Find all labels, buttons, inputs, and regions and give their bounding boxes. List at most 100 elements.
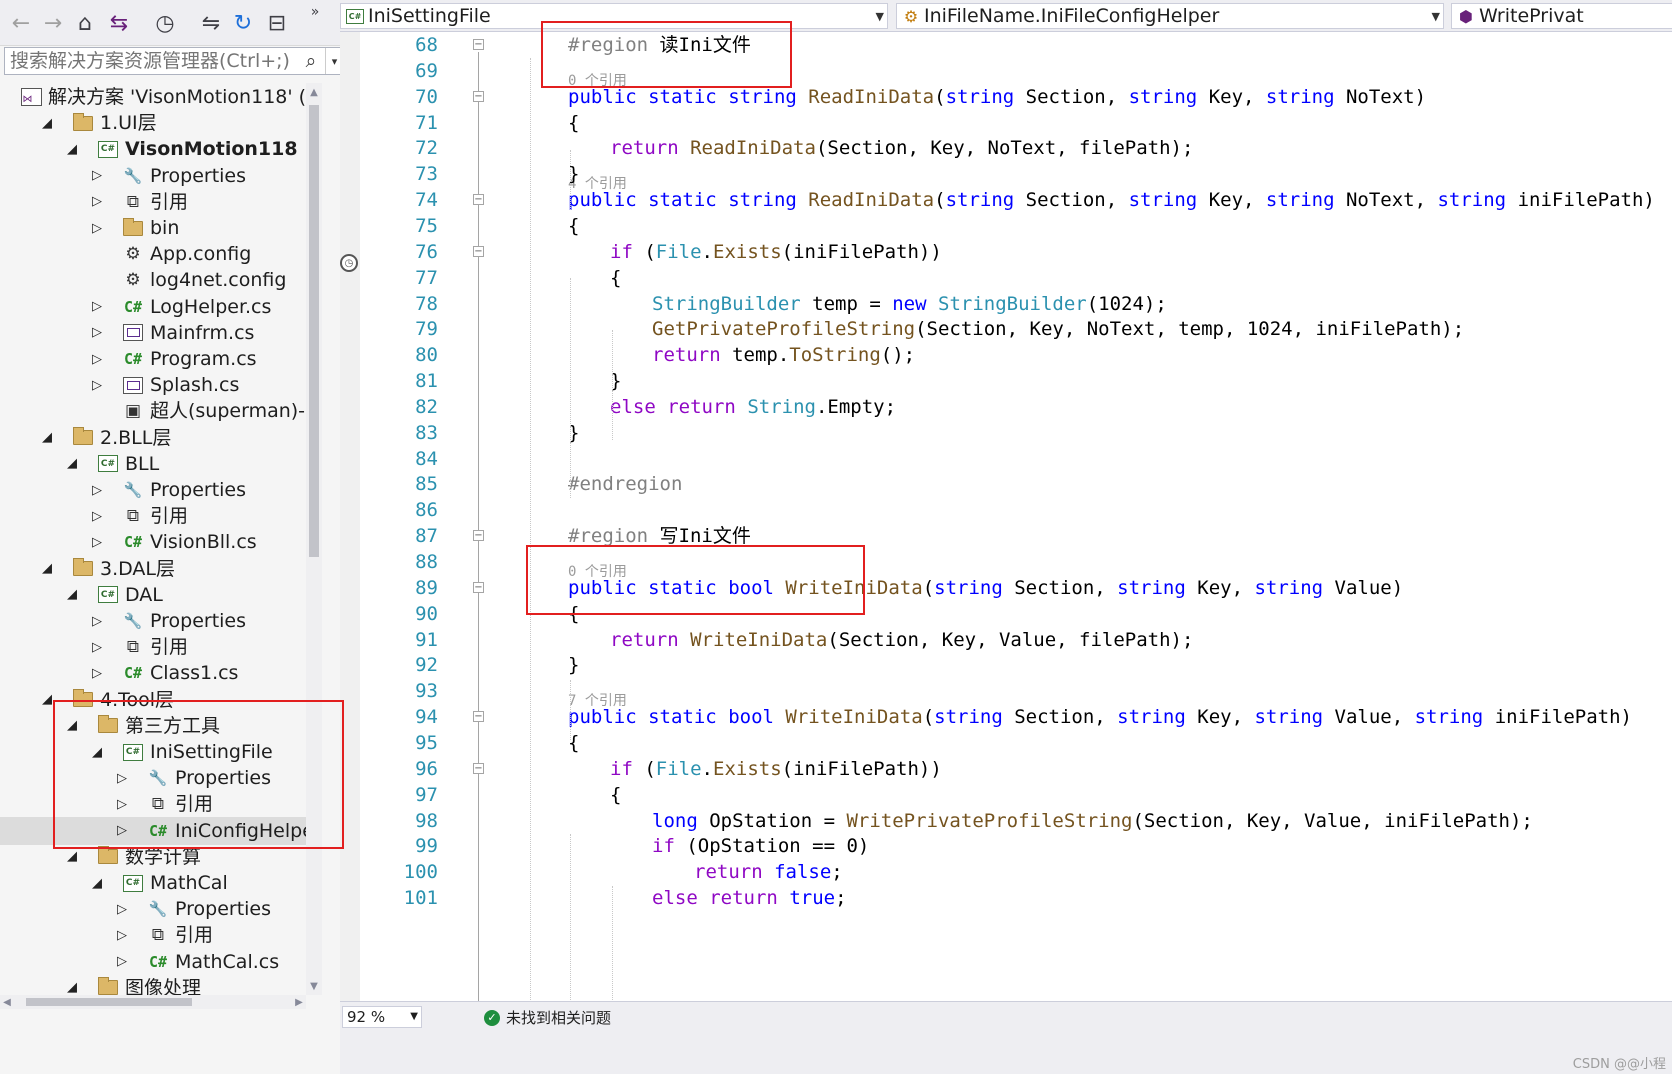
tree-item[interactable]: ▷ ⧉ 引用	[0, 188, 322, 216]
collapse-arrow-icon[interactable]: ◢	[64, 581, 80, 609]
tree-item[interactable]: ◢ 3.DAL层	[0, 555, 322, 583]
scroll-down-arrow[interactable]: ▼	[306, 977, 322, 995]
folder-icon-shape	[98, 977, 118, 996]
collapse-region-icon[interactable]: −	[473, 194, 484, 206]
line-number: 78	[415, 292, 438, 315]
expand-arrow-icon[interactable]: ▷	[89, 502, 105, 530]
expand-arrow-icon[interactable]: ▷	[89, 345, 105, 373]
tree-item[interactable]: ▷ 🔧 Properties	[0, 476, 322, 504]
tree-item[interactable]: ⚙ App.config	[0, 240, 322, 268]
tree-item[interactable]: ▷ ⧉ 引用	[0, 921, 322, 949]
collapse-region-icon[interactable]: −	[473, 711, 484, 723]
scroll-up-arrow[interactable]: ▲	[306, 83, 322, 101]
expand-arrow-icon[interactable]: ▷	[89, 293, 105, 321]
code-token: .Empty;	[815, 395, 897, 418]
search-input[interactable]	[5, 50, 295, 72]
tree-item[interactable]: ▷ Splash.cs	[0, 371, 322, 399]
tree-item[interactable]: ▷ C# LogHelper.cs	[0, 293, 322, 321]
tree-item[interactable]: ◢ 1.UI层	[0, 109, 322, 137]
tree-item[interactable]: ◢ C# MathCal	[0, 869, 322, 897]
expand-arrow-icon[interactable]: ▷	[114, 895, 130, 923]
tree-item[interactable]: ▷ ⧉ 引用	[0, 502, 322, 530]
collapse-arrow-icon[interactable]: ◢	[39, 424, 55, 452]
expand-arrow-icon[interactable]: ▷	[89, 371, 105, 399]
collapse-arrow-icon[interactable]: ◢	[39, 555, 55, 583]
solution-icon: ⋈	[20, 86, 42, 108]
wrench-icon: 🔧	[122, 165, 144, 187]
tree-item[interactable]: ▷ 🔧 Properties	[0, 607, 322, 635]
expand-arrow-icon[interactable]: ▷	[89, 188, 105, 216]
expand-arrow-icon[interactable]: ▷	[89, 162, 105, 190]
tree-vertical-scrollbar[interactable]: ▲ ▼	[306, 83, 322, 995]
collapse-region-icon[interactable]: −	[473, 245, 484, 257]
expand-arrow-icon[interactable]: ▷	[89, 319, 105, 347]
refresh-icon[interactable]: ↻	[230, 8, 256, 38]
scroll-thumb[interactable]	[26, 998, 192, 1006]
collapse-region-icon[interactable]: −	[473, 39, 484, 50]
forward-icon[interactable]: →	[40, 8, 66, 38]
tree-item-label: DAL	[125, 583, 163, 606]
expand-arrow-icon[interactable]: ▷	[114, 921, 130, 949]
references-icon: ⧉	[122, 636, 144, 658]
code-token: static	[648, 706, 717, 729]
tree-item[interactable]: ▷ 🔧 Properties	[0, 162, 322, 190]
wrench-icon-shape: 🔧	[123, 166, 143, 185]
search-icon[interactable]: ⌕	[301, 48, 321, 74]
tree-item[interactable]: ▷ C# VisionBll.cs	[0, 528, 322, 556]
more-toolbar-icon[interactable]: »	[306, 2, 324, 22]
collapse-arrow-icon[interactable]: ◢	[89, 869, 105, 897]
tree-item[interactable]: ▣ 超人(superman)-ico_爱	[0, 397, 322, 425]
expand-arrow-icon[interactable]: ▷	[89, 633, 105, 661]
scroll-left-arrow[interactable]: ◀	[0, 995, 14, 1009]
issues-indicator[interactable]: ✓ 未找到相关问题	[484, 1007, 611, 1028]
tree-item-label: 解决方案 'VisonMotion118' (11	[48, 86, 322, 108]
zoom-dropdown[interactable]: 92 % ▼	[342, 1006, 422, 1028]
pending-changes-filter-icon[interactable]: ◷	[146, 8, 184, 38]
back-icon[interactable]: ←	[8, 8, 34, 38]
code-token: (iniFilePath))	[781, 757, 942, 780]
collapse-region-icon[interactable]: −	[473, 581, 484, 593]
collapse-arrow-icon[interactable]: ◢	[64, 135, 80, 163]
home-icon[interactable]: ⌂	[72, 8, 98, 38]
collapse-arrow-icon[interactable]: ◢	[39, 109, 55, 137]
expand-arrow-icon[interactable]: ▷	[89, 528, 105, 556]
tree-item-label: Class1.cs	[150, 662, 239, 685]
tree-item[interactable]: ◢ C# DAL	[0, 581, 322, 609]
expand-arrow-icon[interactable]: ▷	[114, 948, 130, 976]
collapse-region-icon[interactable]: −	[473, 762, 484, 774]
collapse-all-icon[interactable]: ⊟	[264, 8, 290, 38]
vs-sync-icon[interactable]: ⇆	[104, 8, 134, 38]
tree-item[interactable]: ◢ C# BLL	[0, 450, 322, 478]
tree-item[interactable]: ⋈ 解决方案 'VisonMotion118' (11	[0, 83, 322, 111]
collapse-region-icon[interactable]: −	[473, 530, 484, 542]
tree-item[interactable]: ▷ 🔧 Properties	[0, 895, 322, 923]
member-dropdown[interactable]: ⬢ WritePrivat	[1451, 3, 1672, 29]
tree-item[interactable]: ▷ C# Class1.cs	[0, 659, 322, 687]
tree-item[interactable]: ▷ C# Program.cs	[0, 345, 322, 373]
tree-item[interactable]: ▷ Mainfrm.cs	[0, 319, 322, 347]
code-token: temp.	[720, 344, 790, 367]
folder-icon-shape	[73, 558, 93, 577]
tree-item[interactable]: ▷ bin	[0, 214, 322, 242]
collapse-region-icon[interactable]: −	[473, 90, 484, 102]
csharp-project-icon: C#	[97, 138, 119, 160]
collapse-arrow-icon[interactable]: ◢	[64, 450, 80, 478]
solution-explorer-search[interactable]: ⌕ ▾	[4, 47, 344, 75]
expand-arrow-icon[interactable]: ▷	[89, 214, 105, 242]
expand-arrow-icon[interactable]: ▷	[89, 476, 105, 504]
sync-with-active-document-icon[interactable]: ⇋	[198, 8, 224, 38]
expand-arrow-icon[interactable]: ▷	[89, 659, 105, 687]
tree-item[interactable]: ▷ C# MathCal.cs	[0, 948, 322, 976]
tree-item[interactable]: ◢ C# VisonMotion118	[0, 135, 322, 163]
scroll-right-arrow[interactable]: ▶	[292, 995, 306, 1009]
code-token: Key,	[1197, 189, 1266, 212]
tree-item-label: Properties	[175, 898, 272, 921]
scroll-thumb[interactable]	[309, 105, 319, 557]
tree-item[interactable]: ◢ 2.BLL层	[0, 424, 322, 452]
tree-item[interactable]: ⚙ log4net.config	[0, 266, 322, 294]
expand-arrow-icon[interactable]: ▷	[89, 607, 105, 635]
line-number: 95	[415, 731, 438, 754]
tree-horizontal-scrollbar[interactable]: ◀ ▶	[0, 995, 306, 1009]
class-dropdown[interactable]: ⚙ IniFileName.IniFileConfigHelper ▼	[896, 3, 1444, 29]
tree-item[interactable]: ▷ ⧉ 引用	[0, 633, 322, 661]
